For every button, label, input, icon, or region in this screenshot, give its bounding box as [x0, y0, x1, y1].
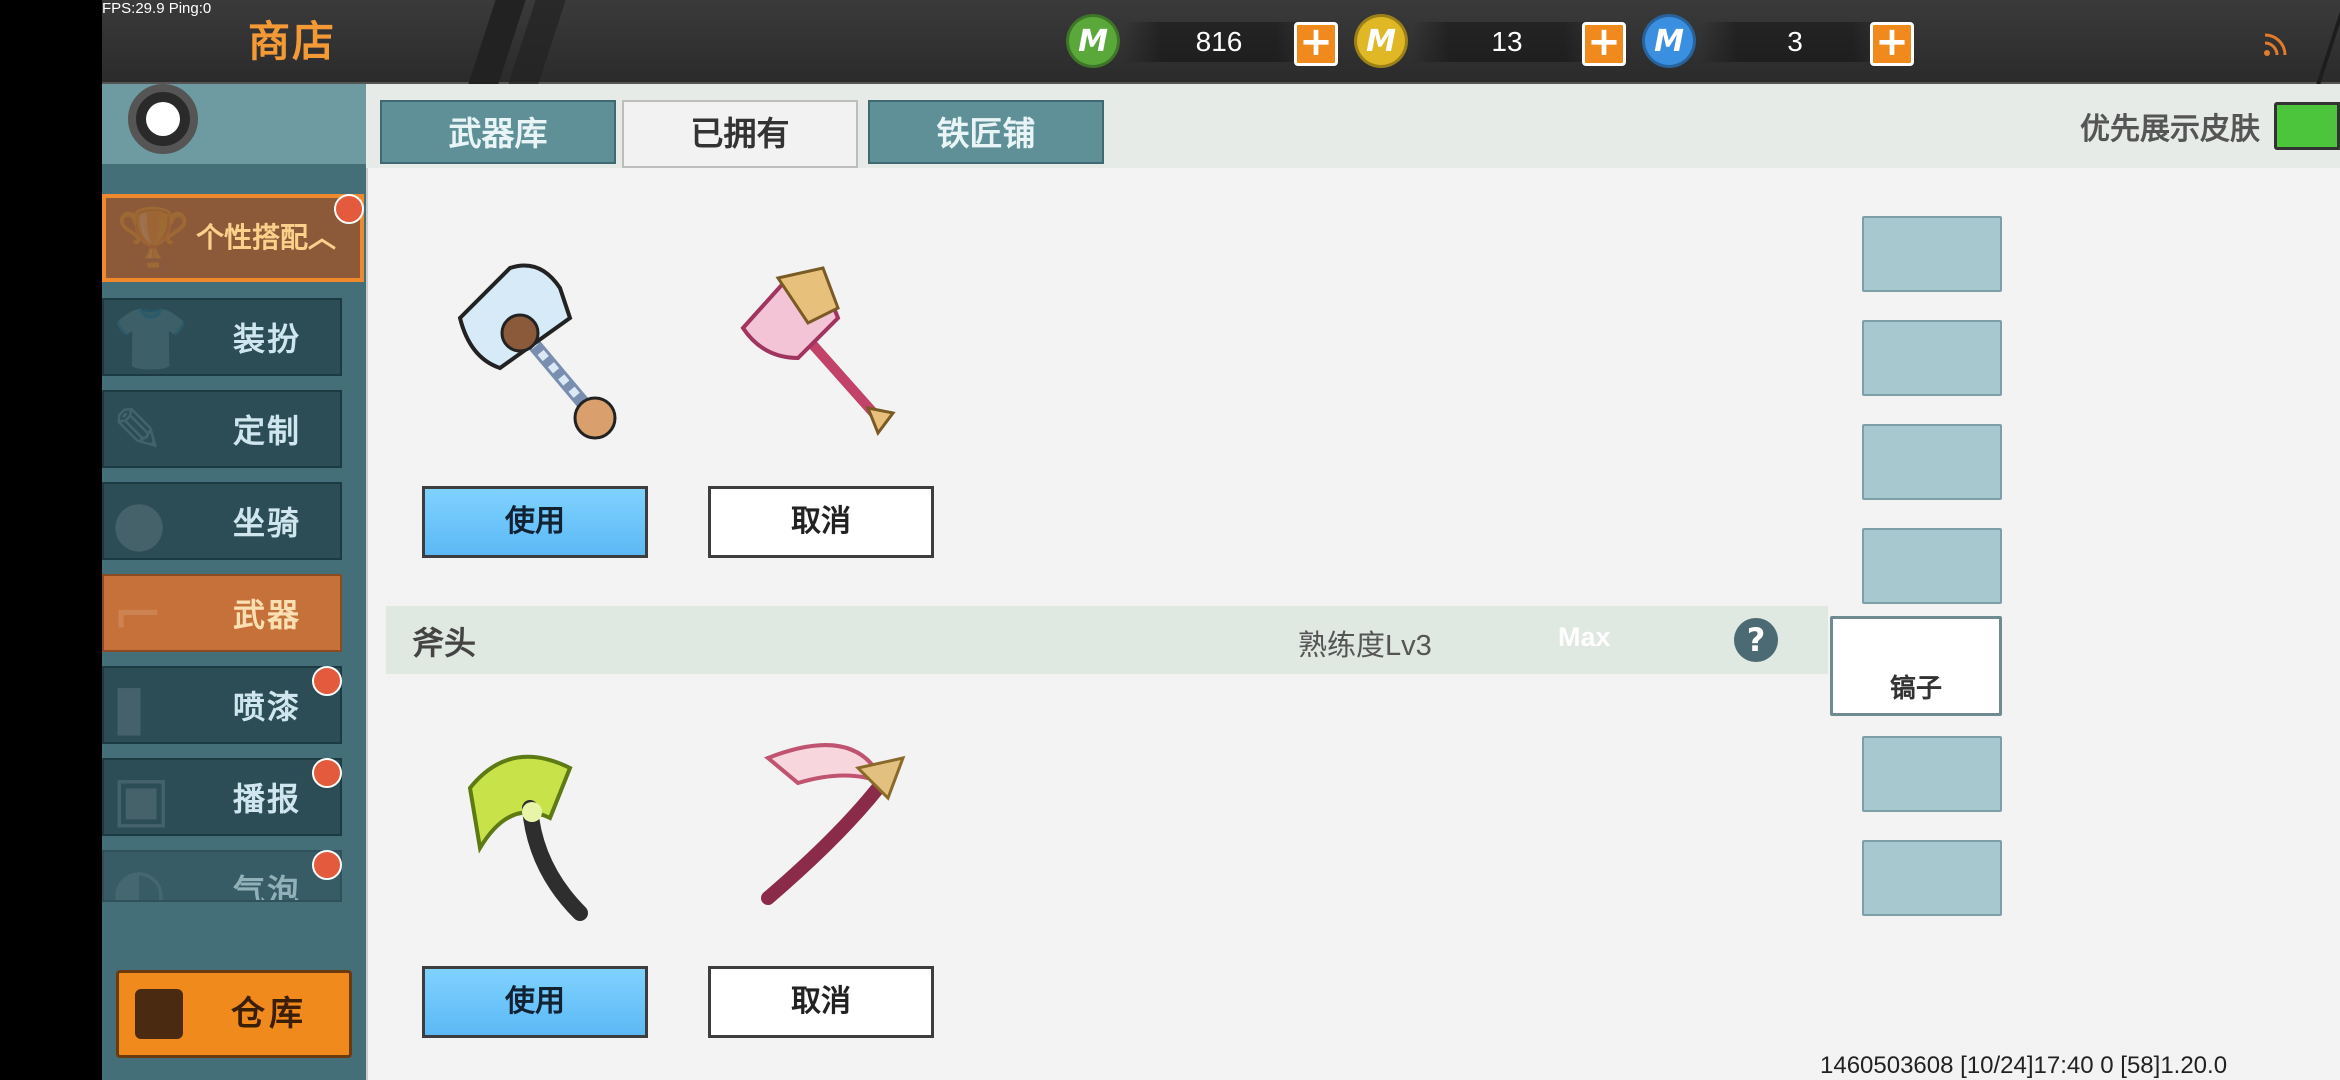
category-slot[interactable]	[1862, 320, 2002, 396]
notification-badge	[312, 666, 342, 696]
sidebar-item-outfit[interactable]: 👕 装扮	[102, 298, 342, 376]
sidebar-item-custom[interactable]: ✎ 定制	[102, 390, 342, 468]
box-icon: ▣	[112, 762, 171, 835]
category-slot[interactable]	[1862, 528, 2002, 604]
sidebar-group-label: 个性搭配︿	[196, 221, 337, 254]
pistol-icon: ⌐	[112, 578, 164, 651]
use-button[interactable]: 使用	[422, 966, 648, 1038]
cancel-button[interactable]: 取消	[708, 966, 934, 1038]
category-slot[interactable]	[1862, 216, 2002, 292]
notification-badge	[312, 850, 342, 880]
proficiency-max: Max	[1558, 622, 1611, 652]
sidebar: 🏆 个性搭配︿ 👕 装扮 ✎ 定制 ● 坐骑 ⌐ 武器 ▮ 喷漆 ▣ 播报 ◐ …	[102, 84, 366, 1080]
category-slot[interactable]	[1862, 736, 2002, 812]
tab-owned[interactable]: 已拥有	[622, 100, 858, 168]
game-shop-screen: 商店 M 816 + M 13 + M 3 + ✕ FPS:29.9 Ping:…	[0, 0, 2340, 1080]
sidebar-item-spray[interactable]: ▮ 喷漆	[102, 666, 342, 744]
currency-gold: M 13 +	[1354, 14, 1634, 72]
weapon-list: 使用 取消 斧头 熟练度Lv3 Max ? 使用 取消 镐子	[366, 168, 2340, 1080]
currency-blue: M 3 +	[1642, 14, 1922, 72]
section-title: 斧头	[412, 624, 477, 662]
sidebar-item-bubble[interactable]: ◐ 气泡	[102, 850, 342, 902]
help-icon[interactable]: ?	[1734, 618, 1778, 662]
currency-value: 13	[1412, 22, 1602, 62]
sidebar-item-weapon[interactable]: ⌐ 武器	[102, 574, 342, 652]
sidebar-item-mount[interactable]: ● 坐骑	[102, 482, 342, 560]
green-coin-icon: M	[1066, 14, 1120, 68]
notification-badge	[312, 758, 342, 788]
weapon-section-header: 斧头 熟练度Lv3 Max ?	[386, 606, 1828, 674]
add-currency-button[interactable]: +	[1294, 22, 1338, 66]
notification-badge	[334, 194, 364, 224]
tab-blacksmith[interactable]: 铁匠铺	[868, 100, 1104, 164]
close-divider	[2316, 0, 2340, 84]
spray-can-icon: ▮	[112, 670, 147, 743]
sidebar-header	[102, 84, 366, 164]
sidebar-item-label: 武器	[232, 596, 301, 634]
cancel-button[interactable]: 取消	[708, 486, 934, 558]
warehouse-button[interactable]: 仓库	[116, 970, 352, 1058]
version-info: 1460503608 [10/24]17:40 0 [58]1.20.0	[1820, 1052, 2228, 1079]
avatar[interactable]	[128, 84, 198, 154]
gold-coin-icon: M	[1354, 14, 1408, 68]
shirt-icon: 👕	[112, 302, 190, 375]
blue-coin-icon: M	[1642, 14, 1696, 68]
category-slot[interactable]	[1862, 840, 2002, 916]
sidebar-item-broadcast[interactable]: ▣ 播报	[102, 758, 342, 836]
pink-hammer-icon	[740, 266, 896, 437]
sidebar-group-personalization[interactable]: 🏆 个性搭配︿	[102, 194, 364, 282]
chest-icon	[135, 989, 183, 1039]
priority-skin-label: 优先展示皮肤	[2080, 112, 2260, 147]
footprint-icon: ●	[112, 486, 167, 559]
priority-skin-toggle[interactable]: 开	[2274, 102, 2340, 150]
tab-bar: 武器库 已拥有 铁匠铺 优先展示皮肤 开	[366, 84, 2340, 168]
add-currency-button[interactable]: +	[1582, 22, 1626, 66]
signal-icon	[2262, 30, 2290, 58]
pencil-icon: ✎	[112, 394, 164, 467]
currency-green: M 816 +	[1066, 14, 1346, 72]
category-slot-label: 镐子	[1889, 674, 1942, 704]
use-button[interactable]: 使用	[422, 486, 648, 558]
bubble-icon: ◐	[112, 854, 167, 902]
page-title: 商店	[248, 17, 337, 66]
category-slot-pickaxe[interactable]: 镐子	[1830, 616, 2002, 716]
add-currency-button[interactable]: +	[1870, 22, 1914, 66]
currency-value: 3	[1700, 22, 1890, 62]
top-bar: 商店 M 816 + M 13 + M 3 + ✕	[102, 0, 2340, 84]
currency-value: 816	[1124, 22, 1314, 62]
tab-armory[interactable]: 武器库	[380, 100, 616, 164]
green-axe-icon	[467, 754, 588, 921]
sidebar-item-label: 装扮	[232, 320, 301, 358]
bear-hammer-icon	[457, 263, 617, 440]
trophy-icon: 🏆	[116, 205, 191, 275]
fps-readout: FPS:29.9 Ping:0	[102, 0, 212, 17]
sidebar-item-label: 定制	[232, 412, 301, 450]
proficiency-level: 熟练度Lv3	[1298, 630, 1432, 662]
category-slot[interactable]	[1862, 424, 2002, 500]
pink-scythe-icon	[761, 743, 906, 905]
warehouse-label: 仓库	[231, 994, 307, 1034]
sidebar-item-label: 坐骑	[232, 504, 301, 542]
